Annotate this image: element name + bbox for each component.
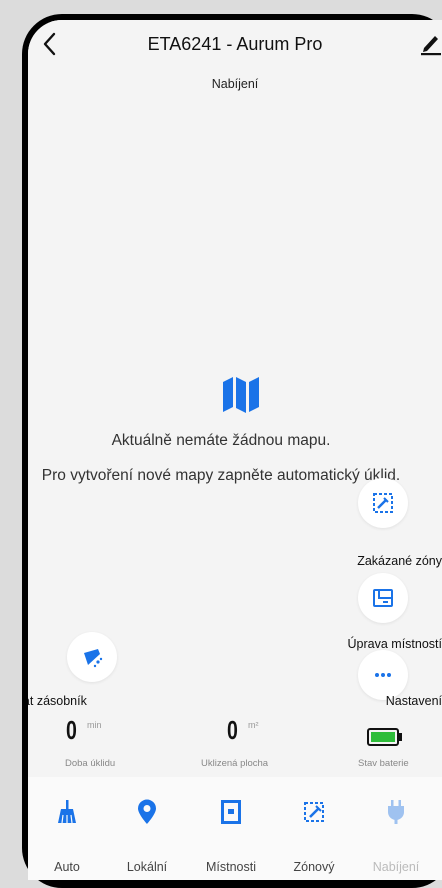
room-editing-button[interactable] xyxy=(358,573,408,623)
tab-charging-label: Nabíjení xyxy=(372,860,420,874)
no-map-message: Aktuálně nemáte žádnou mapu. xyxy=(111,432,331,449)
tab-zone[interactable]: Zónový xyxy=(274,777,354,880)
forbidden-zones-label: Zakázané zóny xyxy=(357,554,442,568)
more-dots-icon xyxy=(375,673,391,677)
tab-charging[interactable]: Nabíjení xyxy=(356,777,436,880)
cleaned-area-value: 0 xyxy=(227,715,238,745)
broom-icon xyxy=(58,800,76,824)
forbidden-zone-icon xyxy=(373,493,393,513)
room-edit-icon xyxy=(373,589,393,607)
header: ETA6241 - Aurum Pro Nabíjení xyxy=(28,20,442,116)
cleaning-time-unit: min xyxy=(87,720,102,730)
room-icon xyxy=(221,800,241,824)
charging-plug-icon xyxy=(388,800,404,824)
app-screen: ETA6241 - Aurum Pro Nabíjení Aktuálně ne… xyxy=(28,20,442,880)
status-subtitle: Nabíjení xyxy=(211,77,259,91)
empty-bin-button[interactable] xyxy=(67,632,117,682)
tab-auto[interactable]: Auto xyxy=(28,777,107,880)
cleaning-time-value: 0 xyxy=(66,715,77,745)
cleaned-area-unit: m² xyxy=(248,720,259,730)
tab-local[interactable]: Lokální xyxy=(107,777,187,880)
battery-icon xyxy=(367,728,402,746)
map-icon xyxy=(223,377,259,413)
vacuum-broom-icon xyxy=(84,649,103,668)
tab-auto-label: Auto xyxy=(54,860,80,874)
edit-pencil-icon[interactable] xyxy=(420,30,442,56)
cleaning-time-label: Doba úklidu xyxy=(65,758,116,769)
tab-zone-label: Zónový xyxy=(293,860,335,874)
tab-rooms-label: Místnosti xyxy=(205,860,256,874)
location-pin-icon xyxy=(138,799,156,824)
empty-bin-label: Odsát zásobník xyxy=(28,694,87,708)
room-editing-label: Úprava místností xyxy=(347,637,442,651)
settings-button[interactable] xyxy=(358,650,408,700)
forbidden-zones-button[interactable] xyxy=(358,478,408,528)
page-title: ETA6241 - Aurum Pro xyxy=(147,34,323,54)
settings-label: Nastavení xyxy=(385,694,442,708)
battery-label: Stav baterie xyxy=(358,758,409,769)
bottom-tab-bar: Auto Lokální Místnosti Zónový Nabíjení xyxy=(28,777,442,880)
tab-local-label: Lokální xyxy=(126,860,168,874)
tab-rooms[interactable]: Místnosti xyxy=(191,777,271,880)
battery-level-fill xyxy=(371,732,395,742)
cleaned-area-label: Uklizená plocha xyxy=(201,758,269,769)
zone-icon xyxy=(304,802,324,822)
